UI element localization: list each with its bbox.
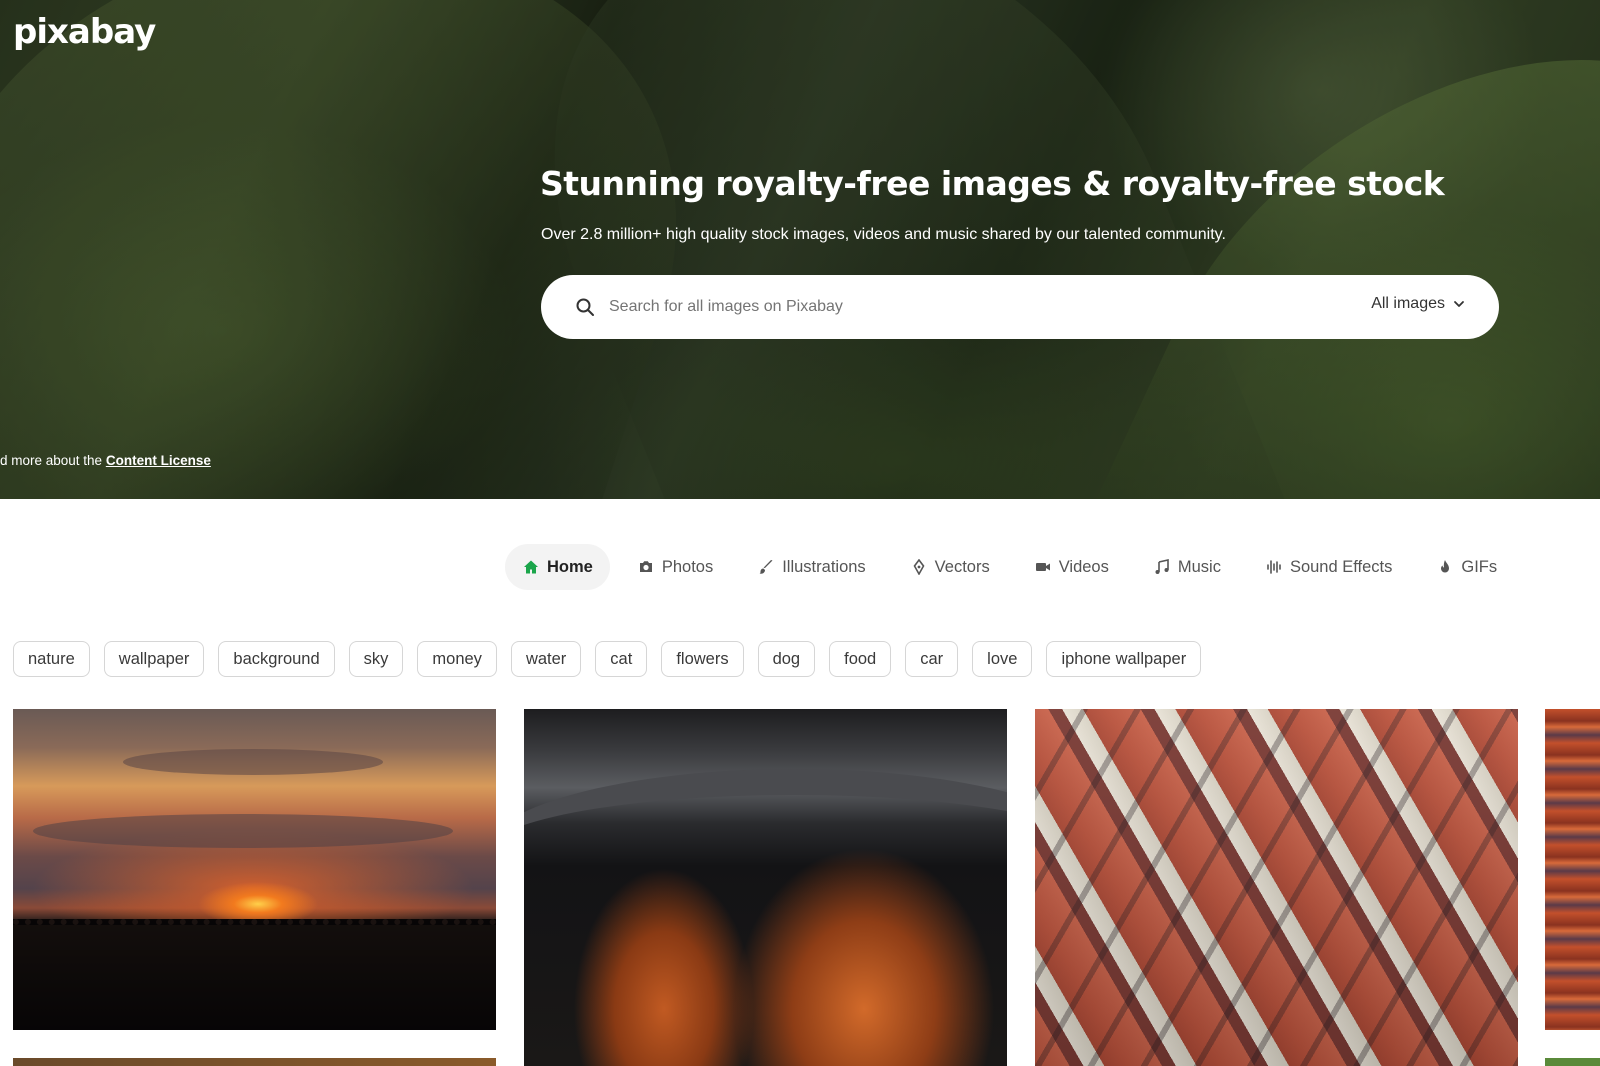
image-tile-partial[interactable] (1545, 709, 1600, 1030)
image-detail (1035, 709, 1518, 1066)
content-license-link[interactable]: Content License (106, 453, 211, 468)
chevron-down-icon (1454, 301, 1464, 307)
nav-item-label: Vectors (934, 557, 990, 576)
pixabay-logo[interactable]: pixabay (13, 12, 156, 52)
image-tile-car-interior[interactable] (524, 709, 1007, 1066)
tag-chip[interactable]: money (417, 641, 497, 677)
hero-overlay (0, 0, 1600, 499)
image-tile-sunset[interactable] (13, 709, 496, 1030)
nav-item-label: Photos (661, 557, 714, 576)
content-license-note: d more about the Content License (0, 453, 211, 468)
search-bar: All images (541, 275, 1499, 339)
search-scope-dropdown[interactable]: All images (1371, 295, 1465, 313)
hero-title: Stunning royalty-free images & royalty-f… (540, 164, 1445, 203)
nav-item-illustrations[interactable]: Illustrations (740, 544, 882, 590)
tag-chip[interactable]: cat (595, 641, 648, 677)
tag-chip[interactable]: background (218, 641, 335, 677)
nav-item-home[interactable]: Home (505, 544, 610, 590)
hero-banner: pixabay Stunning royalty-free images & r… (0, 0, 1600, 499)
tag-chip[interactable]: sky (348, 641, 404, 677)
nav-item-label: Music (1177, 557, 1221, 576)
nav-item-label: Illustrations (782, 557, 866, 576)
tag-chip[interactable]: food (829, 641, 892, 677)
tag-chip[interactable]: flowers (661, 641, 744, 677)
license-prefix: d more about the (0, 453, 106, 468)
nav-item-photos[interactable]: Photos (620, 544, 730, 590)
image-tile-rooftops[interactable] (1035, 709, 1518, 1066)
image-detail (33, 814, 453, 848)
pen-nib-icon (913, 559, 925, 575)
tag-chip[interactable]: water (510, 641, 582, 677)
video-camera-icon (1035, 563, 1050, 571)
nav-item-label: Home (547, 557, 593, 576)
waveform-icon (1267, 560, 1281, 574)
image-detail (524, 769, 1007, 939)
search-icon[interactable] (575, 297, 595, 317)
media-type-nav: Home Photos Illustrations Vectors Videos… (505, 544, 1524, 590)
nav-item-label: Sound Effects (1289, 557, 1393, 576)
tag-chip[interactable]: iphone wallpaper (1046, 641, 1202, 677)
music-note-icon (1155, 559, 1169, 574)
nav-item-vectors[interactable]: Vectors (893, 544, 1007, 590)
brush-icon (759, 560, 773, 574)
flame-icon (1441, 560, 1450, 573)
tag-chip[interactable]: dog (757, 641, 816, 677)
home-icon (524, 560, 538, 574)
image-tile-partial[interactable] (13, 1058, 496, 1066)
tag-chip[interactable]: love (972, 641, 1033, 677)
camera-icon (639, 561, 652, 572)
nav-item-label: Videos (1058, 557, 1109, 576)
nav-item-label: GIFs (1461, 557, 1498, 576)
hero-subtitle: Over 2.8 million+ high quality stock ima… (541, 226, 1226, 243)
tag-chip[interactable]: wallpaper (103, 641, 205, 677)
popular-tags: nature wallpaper background sky money wa… (13, 641, 1202, 677)
nav-item-music[interactable]: Music (1136, 544, 1238, 590)
image-tile-partial[interactable] (1545, 1058, 1600, 1066)
nav-item-gifs[interactable]: GIFs (1419, 544, 1514, 590)
search-input[interactable] (609, 287, 1309, 327)
nav-item-videos[interactable]: Videos (1017, 544, 1126, 590)
image-detail (13, 919, 496, 1030)
tag-chip[interactable]: nature (13, 641, 90, 677)
search-scope-label: All images (1371, 295, 1445, 312)
nav-item-sound-effects[interactable]: Sound Effects (1248, 544, 1409, 590)
image-detail (123, 749, 383, 775)
tag-chip[interactable]: car (905, 641, 959, 677)
